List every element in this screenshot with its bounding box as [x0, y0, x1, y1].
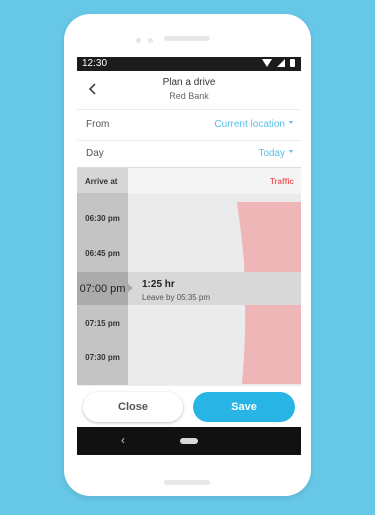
pointer-arrow-icon [128, 284, 133, 292]
wifi-icon [262, 59, 272, 67]
day-row[interactable]: Day Today [77, 138, 301, 169]
status-bar: 12:30 [77, 57, 301, 71]
schedule-header: Arrive at Traffic [77, 167, 301, 194]
android-nav-bar: ‹ [77, 427, 301, 455]
page-subtitle: Red Bank [169, 91, 209, 101]
save-button[interactable]: Save [193, 392, 295, 422]
time-slot[interactable]: 06:30 pm [77, 214, 128, 223]
signal-icon [277, 59, 285, 67]
selected-time-row[interactable]: 07:00 pm 1:25 hr Leave by 05:35 pm [77, 272, 301, 305]
selected-time: 07:00 pm [79, 283, 126, 295]
traffic-label: Traffic [269, 177, 294, 186]
status-icons [262, 59, 295, 67]
from-label: From [86, 119, 110, 130]
page-header: Plan a drive Red Bank [77, 71, 301, 110]
time-slot[interactable]: 07:15 pm [77, 319, 128, 328]
home-indicator [164, 480, 210, 485]
page-title: Plan a drive [162, 77, 216, 88]
camera-dot [136, 38, 141, 43]
from-row[interactable]: From Current location [77, 109, 301, 141]
arrival-schedule: Arrive at Traffic 06:30 pm 06:45 pm 07:1… [77, 167, 301, 385]
arrive-at-header: Arrive at [77, 168, 128, 194]
from-select[interactable]: Current location [214, 119, 285, 130]
battery-icon [290, 59, 295, 67]
time-slot[interactable]: 07:30 pm [77, 353, 128, 362]
sensor-dot [148, 38, 153, 43]
time-slot[interactable]: 06:45 pm [77, 249, 128, 258]
arrive-at-label: Arrive at [85, 177, 118, 186]
status-time: 12:30 [82, 58, 108, 69]
action-bar: Close Save [77, 385, 301, 428]
nav-home-icon[interactable] [180, 438, 198, 444]
day-select[interactable]: Today [258, 148, 285, 159]
day-label: Day [86, 148, 104, 159]
nav-back-icon[interactable]: ‹ [121, 433, 125, 447]
speaker-grille [164, 36, 210, 41]
chevron-down-icon [289, 121, 293, 124]
trip-duration: 1:25 hr [142, 279, 175, 290]
app-screen: 12:30 Plan a drive Red Bank From Current… [77, 57, 301, 455]
leave-by-time: Leave by 05:35 pm [142, 293, 211, 302]
close-button[interactable]: Close [83, 392, 183, 422]
chevron-down-icon [289, 150, 293, 153]
